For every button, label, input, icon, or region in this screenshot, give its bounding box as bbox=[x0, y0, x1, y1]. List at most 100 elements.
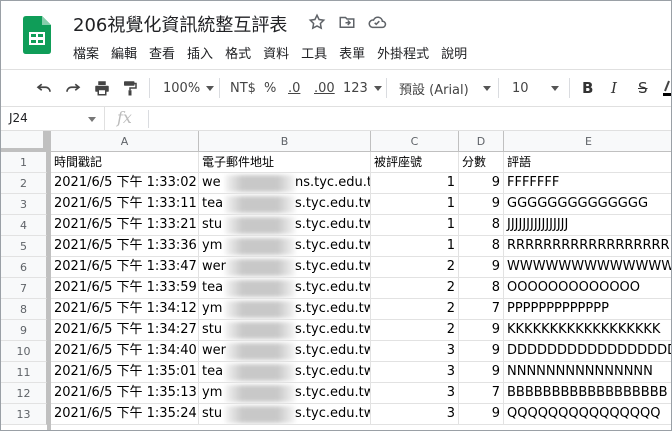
cell-d[interactable]: 分數 bbox=[459, 152, 504, 173]
row-header[interactable]: 9 bbox=[1, 320, 47, 341]
row-header[interactable]: 6 bbox=[1, 257, 47, 278]
cell-e[interactable]: NNNNNNNNNNNNNNN bbox=[504, 362, 671, 383]
row-header[interactable]: 2 bbox=[1, 173, 47, 194]
cell-a[interactable]: 2021/6/5 下午 1:33:36 bbox=[51, 236, 199, 257]
row-header[interactable]: 12 bbox=[1, 383, 47, 404]
cell-e[interactable]: GGGGGGGGGGGGGG bbox=[504, 194, 671, 215]
row-header[interactable]: 3 bbox=[1, 194, 47, 215]
cell-e[interactable]: BBBBBBBBBBBBBBBBBB bbox=[504, 383, 671, 404]
currency-format-button[interactable]: NT$ bbox=[230, 70, 256, 106]
cell-d[interactable]: 8 bbox=[459, 215, 504, 236]
cell-e[interactable]: OOOOOOOOOOOOO bbox=[504, 278, 671, 299]
cell-b[interactable]: 電子郵件地址 bbox=[199, 152, 371, 173]
cell-c[interactable]: 3 bbox=[371, 341, 459, 362]
select-all-corner[interactable] bbox=[1, 131, 47, 152]
cell-d[interactable]: 7 bbox=[459, 299, 504, 320]
cell-e[interactable]: PPPPPPPPPPPPP bbox=[504, 299, 671, 320]
menu-tools[interactable]: 工具 bbox=[301, 43, 334, 62]
spreadsheet-grid[interactable]: A B C D E 1 時間戳記 電子郵件地址 被評座號 分數 評語 2 2021/6/5 下… bbox=[1, 131, 671, 430]
cell-b[interactable]: wer s.tyc.edu.tw bbox=[199, 257, 371, 278]
cell-e[interactable]: 評語 bbox=[504, 152, 671, 173]
bold-button[interactable]: B bbox=[582, 70, 593, 106]
move-folder-icon[interactable] bbox=[337, 12, 357, 32]
cell-b[interactable]: tea s.tyc.edu.tw bbox=[199, 278, 371, 299]
cell-b[interactable]: tea s.tyc.edu.tw bbox=[199, 362, 371, 383]
menu-help[interactable]: 說明 bbox=[441, 43, 474, 62]
text-color-icon[interactable] bbox=[663, 70, 671, 106]
row-header[interactable]: 11 bbox=[1, 362, 47, 383]
menu-file[interactable]: 檔案 bbox=[73, 43, 106, 62]
document-title[interactable]: 206視覺化資訊統整互評表 bbox=[73, 11, 287, 37]
cell-b[interactable]: ym s.tyc.edu.tw bbox=[199, 383, 371, 404]
row-header[interactable]: 7 bbox=[1, 278, 47, 299]
cell-d[interactable]: 9 bbox=[459, 404, 504, 425]
star-icon[interactable] bbox=[307, 12, 327, 32]
font-family-select[interactable]: 預設 (Arial) bbox=[399, 70, 491, 106]
cell-c[interactable]: 1 bbox=[371, 236, 459, 257]
cloud-status-icon[interactable] bbox=[367, 12, 387, 32]
cell-a[interactable]: 2021/6/5 下午 1:33:02 bbox=[51, 173, 199, 194]
sheets-logo-icon[interactable] bbox=[23, 16, 51, 54]
cell-c[interactable]: 2 bbox=[371, 299, 459, 320]
undo-icon[interactable] bbox=[35, 70, 53, 106]
cell-a[interactable]: 2021/6/5 下午 1:34:12 bbox=[51, 299, 199, 320]
row-header[interactable]: 1 bbox=[1, 152, 47, 173]
cell-d[interactable]: 9 bbox=[459, 257, 504, 278]
more-formats-select[interactable]: 123 bbox=[343, 70, 382, 106]
cell-a[interactable]: 2021/6/5 下午 1:33:21 bbox=[51, 215, 199, 236]
cell-a[interactable]: 時間戳記 bbox=[51, 152, 199, 173]
cell-a[interactable]: 2021/6/5 下午 1:35:24 bbox=[51, 404, 199, 425]
paint-format-icon[interactable] bbox=[121, 70, 139, 106]
cell-b[interactable]: we ns.tyc.edu.tw bbox=[199, 173, 371, 194]
strikethrough-button[interactable]: S bbox=[638, 70, 648, 106]
cell-c[interactable]: 2 bbox=[371, 257, 459, 278]
row-header[interactable]: 5 bbox=[1, 236, 47, 257]
cell-b[interactable]: stu s.tyc.edu.tw bbox=[199, 320, 371, 341]
row-header[interactable]: 4 bbox=[1, 215, 47, 236]
column-header-c[interactable]: C bbox=[371, 131, 459, 152]
cell-b[interactable]: wer s.tyc.edu.tw bbox=[199, 341, 371, 362]
menu-addons[interactable]: 外掛程式 bbox=[377, 43, 436, 62]
font-size-select[interactable]: 10 bbox=[512, 70, 559, 106]
cell-e[interactable]: FFFFFFF bbox=[504, 173, 671, 194]
cell-e[interactable]: WWWWWWWWWWWWWW bbox=[504, 257, 671, 278]
cell-e[interactable]: JJJJJJJJJJJJJJJJ bbox=[504, 215, 671, 236]
cell-d[interactable]: 9 bbox=[459, 194, 504, 215]
menu-view[interactable]: 查看 bbox=[149, 43, 182, 62]
column-header-d[interactable]: D bbox=[459, 131, 504, 152]
cell-b[interactable]: ym s.tyc.edu.tw bbox=[199, 236, 371, 257]
cell-d[interactable]: 9 bbox=[459, 362, 504, 383]
cell-b[interactable]: ym s.tyc.edu.tw bbox=[199, 299, 371, 320]
increase-decimal-button[interactable]: .00 bbox=[314, 70, 335, 106]
column-header-e[interactable]: E bbox=[504, 131, 671, 152]
cell-a[interactable]: 2021/6/5 下午 1:35:01 bbox=[51, 362, 199, 383]
cell-b[interactable]: stu s.tyc.edu.tw bbox=[199, 215, 371, 236]
cell-d[interactable]: 8 bbox=[459, 278, 504, 299]
decrease-decimal-button[interactable]: .0 bbox=[288, 70, 300, 106]
zoom-select[interactable]: 100% bbox=[163, 70, 215, 106]
cell-c[interactable]: 被評座號 bbox=[371, 152, 459, 173]
menu-data[interactable]: 資料 bbox=[263, 43, 296, 62]
cell-a[interactable]: 2021/6/5 下午 1:33:47 bbox=[51, 257, 199, 278]
redo-icon[interactable] bbox=[64, 70, 82, 106]
cell-c[interactable]: 3 bbox=[371, 404, 459, 425]
menu-edit[interactable]: 編輯 bbox=[111, 43, 144, 62]
cell-e[interactable]: KKKKKKKKKKKKKKKKKK bbox=[504, 320, 671, 341]
cell-c[interactable]: 3 bbox=[371, 383, 459, 404]
column-header-a[interactable]: A bbox=[51, 131, 199, 152]
cell-e[interactable]: QQQQQQQQQQQQQQQ bbox=[504, 404, 671, 425]
cell-a[interactable]: 2021/6/5 下午 1:33:11 bbox=[51, 194, 199, 215]
cell-d[interactable]: 9 bbox=[459, 173, 504, 194]
menu-form[interactable]: 表單 bbox=[339, 43, 372, 62]
cell-c[interactable]: 1 bbox=[371, 215, 459, 236]
cell-b[interactable]: stu s.tyc.edu.tw bbox=[199, 404, 371, 425]
percent-format-button[interactable]: % bbox=[264, 70, 276, 106]
cell-c[interactable]: 2 bbox=[371, 278, 459, 299]
row-header[interactable]: 8 bbox=[1, 299, 47, 320]
cell-a[interactable]: 2021/6/5 下午 1:34:40 bbox=[51, 341, 199, 362]
menu-format[interactable]: 格式 bbox=[225, 43, 258, 62]
cell-c[interactable]: 3 bbox=[371, 362, 459, 383]
cell-d[interactable]: 9 bbox=[459, 320, 504, 341]
column-header-b[interactable]: B bbox=[199, 131, 371, 152]
name-box[interactable]: J24 bbox=[1, 107, 105, 130]
